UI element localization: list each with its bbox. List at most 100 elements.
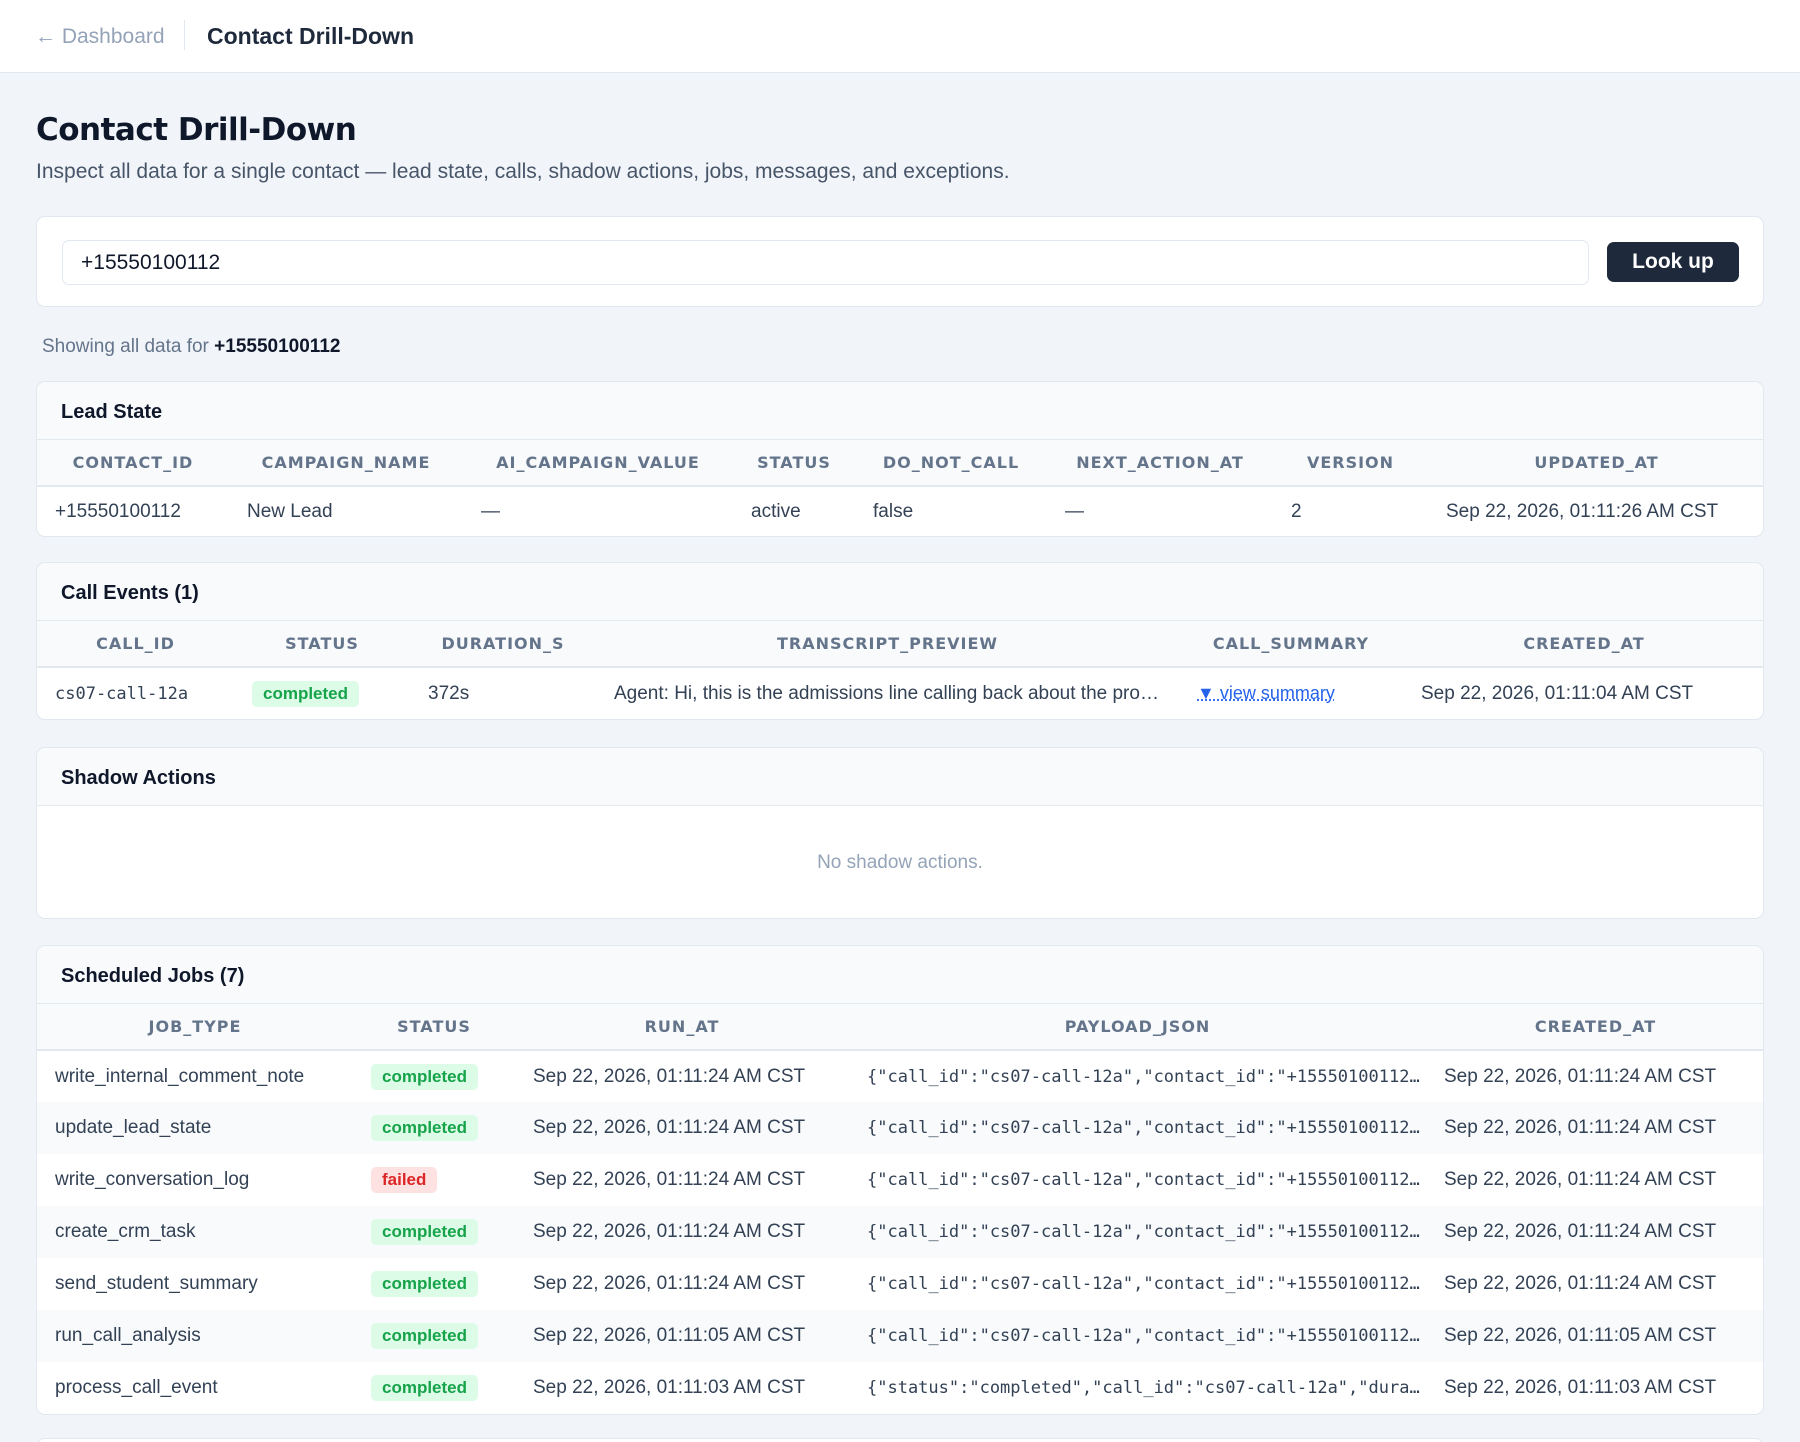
status-badge: completed xyxy=(371,1219,479,1245)
column-header[interactable]: PAYLOAD_JSON xyxy=(849,1004,1426,1051)
status-badge: completed xyxy=(371,1115,479,1141)
lead-state-title: Lead State xyxy=(37,382,1763,440)
status-badge: completed xyxy=(371,1271,479,1297)
payload-json-cell: {"call_id":"cs07-call-12a","contact_id":… xyxy=(849,1206,1426,1258)
payload-json-cell: {"call_id":"cs07-call-12a","contact_id":… xyxy=(867,1170,1420,1190)
column-header[interactable]: NEXT_ACTION_AT xyxy=(1047,440,1273,487)
status-badge: completed xyxy=(371,1323,479,1349)
run-at-cell: Sep 22, 2026, 01:11:24 AM CST xyxy=(533,1169,806,1190)
column-header[interactable]: CAMPAIGN_NAME xyxy=(229,440,463,487)
created-at-cell: Sep 22, 2026, 01:11:05 AM CST xyxy=(1426,1310,1763,1362)
transcript-preview-cell: Agent: Hi, this is the admissions line c… xyxy=(614,682,1159,704)
status-badge: completed xyxy=(371,1375,479,1401)
table-cell: +15550100112 xyxy=(55,500,181,522)
table-row: send_student_summary completed Sep 22, 202… xyxy=(37,1258,1763,1310)
back-to-dashboard-link[interactable]: ← Dashboard xyxy=(35,25,165,49)
column-header[interactable]: DO_NOT_CALL xyxy=(855,440,1047,487)
column-header[interactable]: TRANSCRIPT_PREVIEW xyxy=(596,621,1179,668)
table-cell: 2 xyxy=(1291,500,1302,522)
payload-json-cell: {"call_id":"cs07-call-12a","contact_id":… xyxy=(849,1310,1426,1362)
created-at-cell: Sep 22, 2026, 01:11:24 AM CST xyxy=(1444,1169,1717,1190)
job-type-cell: send_student_summary xyxy=(55,1273,258,1294)
payload-json-cell: {"call_id":"cs07-call-12a","contact_id":… xyxy=(867,1274,1420,1294)
run-at-cell: Sep 22, 2026, 01:11:03 AM CST xyxy=(533,1377,806,1398)
view-summary-toggle[interactable]: ▼ view summary xyxy=(1197,683,1335,703)
showing-prefix: Showing all data for xyxy=(42,336,209,357)
job-type-cell: write_conversation_log xyxy=(55,1169,250,1190)
duration-cell: 372s xyxy=(428,682,470,704)
column-header[interactable]: AI_CAMPAIGN_VALUE xyxy=(463,440,733,487)
column-header[interactable]: CALL_ID xyxy=(37,621,234,668)
job-type-cell: process_call_event xyxy=(55,1377,218,1398)
table-row: process_call_event completed Sep 22, 2026,… xyxy=(37,1362,1763,1414)
column-header[interactable]: CONTACT_ID xyxy=(37,440,229,487)
shadow-actions-panel: Shadow Actions No shadow actions. xyxy=(36,747,1764,919)
column-header[interactable]: DURATION_S xyxy=(410,621,596,668)
scheduled-jobs-header-row: JOB_TYPE STATUS RUN_AT PAYLOAD_JSON CREA… xyxy=(37,1004,1763,1051)
created-at-cell: Sep 22, 2026, 01:11:24 AM CST xyxy=(1444,1273,1717,1294)
look-up-button[interactable]: Look up xyxy=(1607,242,1739,282)
next-panel-edge xyxy=(36,1438,1764,1442)
column-header[interactable]: CREATED_AT xyxy=(1426,1004,1763,1051)
job-type-cell: run_call_analysis xyxy=(37,1310,353,1362)
call-summary-cell: ▼ view summary xyxy=(1179,667,1403,719)
page-title: Contact Drill-Down xyxy=(36,112,357,148)
lead-state-table: CONTACT_ID CAMPAIGN_NAME AI_CAMPAIGN_VAL… xyxy=(37,440,1763,536)
table-cell: active xyxy=(751,500,801,522)
run-at-cell: Sep 22, 2026, 01:11:24 AM CST xyxy=(515,1102,849,1154)
scheduled-jobs-title: Scheduled Jobs (7) xyxy=(37,946,1763,1004)
column-header[interactable]: JOB_TYPE xyxy=(37,1004,353,1051)
job-type-cell: create_crm_task xyxy=(37,1206,353,1258)
status-badge: completed xyxy=(252,680,360,707)
contact-search-input[interactable] xyxy=(62,240,1589,285)
table-cell: — xyxy=(1065,500,1084,522)
table-row: update_lead_state completed Sep 22, 2026, … xyxy=(37,1102,1763,1154)
call-events-title: Call Events (1) xyxy=(37,563,1763,621)
status-cell: completed xyxy=(353,1206,515,1258)
table-row: create_crm_task completed Sep 22, 2026, 01… xyxy=(37,1206,1763,1258)
scheduled-jobs-panel: Scheduled Jobs (7) JOB_TYPE STATUS RUN_A… xyxy=(36,945,1764,1415)
call-events-header-row: CALL_ID STATUS DURATION_S TRANSCRIPT_PRE… xyxy=(37,621,1763,668)
column-header[interactable]: STATUS xyxy=(733,440,855,487)
status-cell: completed xyxy=(353,1102,515,1154)
column-header[interactable]: VERSION xyxy=(1273,440,1428,487)
status-cell: completed xyxy=(353,1050,515,1102)
table-row: cs07-call-12a completed 372s Agent: Hi, … xyxy=(37,667,1763,719)
table-cell: New Lead xyxy=(247,500,333,522)
column-header[interactable]: CREATED_AT xyxy=(1403,621,1763,668)
run-at-cell: Sep 22, 2026, 01:11:24 AM CST xyxy=(515,1206,849,1258)
table-cell: — xyxy=(481,500,500,522)
shadow-actions-title: Shadow Actions xyxy=(37,748,1763,806)
topbar-divider xyxy=(184,20,185,50)
search-card: Look up xyxy=(36,216,1764,307)
job-type-cell: update_lead_state xyxy=(37,1102,353,1154)
created-at-cell: Sep 22, 2026, 01:11:04 AM CST xyxy=(1421,682,1694,704)
column-header[interactable]: STATUS xyxy=(353,1004,515,1051)
job-type-cell: write_internal_comment_note xyxy=(55,1065,305,1087)
column-header[interactable]: STATUS xyxy=(234,621,410,668)
status-badge: completed xyxy=(371,1063,479,1090)
table-row: write_conversation_log failed Sep 22, 2026… xyxy=(37,1154,1763,1206)
page-subtitle: Inspect all data for a single contact — … xyxy=(36,160,1010,183)
run-at-cell: Sep 22, 2026, 01:11:05 AM CST xyxy=(515,1310,849,1362)
empty-state-text: No shadow actions. xyxy=(817,852,983,873)
table-row: +15550100112 New Lead — active false — 2… xyxy=(37,486,1763,536)
table-row: write_internal_comment_note completed Sep … xyxy=(37,1050,1763,1102)
call-events-panel: Call Events (1) CALL_ID STATUS DURATION_… xyxy=(36,562,1764,720)
lead-state-panel: Lead State CONTACT_ID CAMPAIGN_NAME AI_C… xyxy=(36,381,1764,537)
scheduled-jobs-table: JOB_TYPE STATUS RUN_AT PAYLOAD_JSON CREA… xyxy=(37,1004,1763,1414)
payload-json-cell: {"status":"completed","call_id":"cs07-ca… xyxy=(867,1378,1420,1398)
lead-state-header-row: CONTACT_ID CAMPAIGN_NAME AI_CAMPAIGN_VAL… xyxy=(37,440,1763,487)
payload-json-cell: {"call_id":"cs07-call-12a","contact_id":… xyxy=(849,1102,1426,1154)
created-at-cell: Sep 22, 2026, 01:11:24 AM CST xyxy=(1426,1206,1763,1258)
table-row: run_call_analysis completed Sep 22, 2026, … xyxy=(37,1310,1763,1362)
created-at-cell: Sep 22, 2026, 01:11:24 AM CST xyxy=(1444,1065,1717,1087)
created-at-cell: Sep 22, 2026, 01:11:24 AM CST xyxy=(1426,1102,1763,1154)
table-cell: Sep 22, 2026, 01:11:26 AM CST xyxy=(1446,500,1719,522)
run-at-cell: Sep 22, 2026, 01:11:24 AM CST xyxy=(533,1273,806,1294)
created-at-cell: Sep 22, 2026, 01:11:03 AM CST xyxy=(1444,1377,1717,1398)
column-header[interactable]: RUN_AT xyxy=(515,1004,849,1051)
topbar-title: Contact Drill-Down xyxy=(207,23,414,49)
column-header[interactable]: UPDATED_AT xyxy=(1428,440,1763,487)
column-header[interactable]: CALL_SUMMARY xyxy=(1179,621,1403,668)
